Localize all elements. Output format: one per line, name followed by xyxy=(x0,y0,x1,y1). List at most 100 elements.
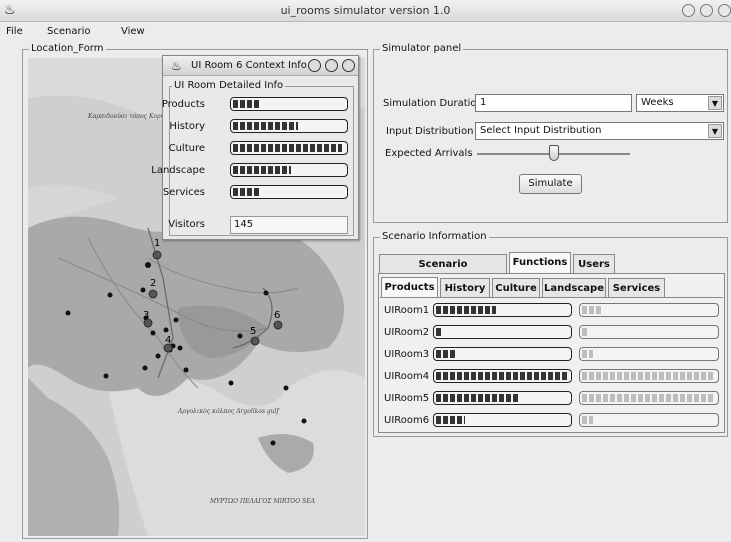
app-icon: ♨ xyxy=(171,59,182,73)
progress-fill xyxy=(436,328,442,336)
progress-fill xyxy=(436,350,455,358)
progress-fill xyxy=(582,416,593,424)
progress-fill xyxy=(436,372,568,380)
detail-label: History xyxy=(169,121,205,132)
progress-fill xyxy=(233,188,261,196)
menu-scenario[interactable]: Scenario xyxy=(47,26,90,37)
tab-functions[interactable]: Functions xyxy=(509,252,571,274)
room-label: UIRoom5 xyxy=(384,393,430,404)
detail-label: Services xyxy=(162,187,205,198)
progress-fill xyxy=(582,394,715,402)
location-form-legend: Location_Form xyxy=(29,43,106,54)
progress-fill xyxy=(436,416,466,424)
arrivals-label: Expected Arrivals xyxy=(385,148,473,159)
map-label-argolikos: Αργολικός κόλπος Argolikos gulf xyxy=(177,408,281,415)
unit-select[interactable]: Weeks ▼ xyxy=(636,94,724,112)
detail-label: Products xyxy=(161,99,205,110)
room-secondary-bar xyxy=(579,303,719,317)
room-label: UIRoom4 xyxy=(384,371,430,382)
room-secondary-bar xyxy=(579,347,719,361)
simulator-panel-legend: Simulator panel xyxy=(380,43,464,54)
duration-input[interactable]: 1 xyxy=(475,94,632,112)
room-product-bar xyxy=(433,369,572,383)
room-product-bar xyxy=(433,391,572,405)
marker-label-1: 1 xyxy=(154,238,160,249)
detail-label: Culture xyxy=(168,143,205,154)
dropdown-arrow-icon: ▼ xyxy=(708,124,722,138)
progress-fill xyxy=(233,100,261,108)
duration-label: Simulation Duration xyxy=(383,98,483,109)
subtab-services[interactable]: Services xyxy=(608,278,665,298)
marker-label-4: 4 xyxy=(165,335,171,346)
room-label: UIRoom6 xyxy=(384,415,430,426)
room-product-bar xyxy=(433,347,572,361)
tab-scenario-configuration[interactable]: Scenario Configuration xyxy=(379,254,507,289)
room-product-bar xyxy=(433,325,572,339)
dropdown-arrow-icon: ▼ xyxy=(708,96,722,110)
room-detail-legend: UI Room Detailed Info xyxy=(172,80,286,91)
visitors-field[interactable]: 145 xyxy=(230,216,348,234)
distribution-select[interactable]: Select Input Distribution ▼ xyxy=(475,122,724,140)
detail-row-history: History xyxy=(163,118,358,136)
room-secondary-bar xyxy=(579,325,719,339)
tab-users[interactable]: Users xyxy=(573,254,615,274)
subtab-products[interactable]: Products xyxy=(381,277,438,298)
progress-fill xyxy=(233,122,298,130)
detail-row-landscape: Landscape xyxy=(151,162,358,180)
room-secondary-bar xyxy=(579,413,719,427)
room-label: UIRoom3 xyxy=(384,349,430,360)
progress-fill xyxy=(582,328,588,336)
scenario-information-legend: Scenario Information xyxy=(380,231,489,242)
marker-label-3: 3 xyxy=(143,310,149,321)
progress-fill xyxy=(582,306,601,314)
simulate-button[interactable]: Simulate xyxy=(519,174,582,194)
progress-fill xyxy=(436,394,519,402)
progress-fill xyxy=(582,350,593,358)
room-label: UIRoom1 xyxy=(384,305,430,316)
map-label-mirtoo: ΜΥΡΤΩΟ ΠΕΛΑΓΟΣ MIRTOO SEA xyxy=(209,498,316,505)
menu-file[interactable]: File xyxy=(6,26,23,37)
visitors-label: Visitors xyxy=(168,219,205,230)
detail-row-products: Products xyxy=(161,96,358,114)
slider-thumb-icon[interactable] xyxy=(548,145,559,161)
subtab-history[interactable]: History xyxy=(440,278,490,298)
detail-progress-bar xyxy=(230,163,348,177)
detail-progress-bar xyxy=(230,141,348,155)
menu-view[interactable]: View xyxy=(121,26,145,37)
close-icon[interactable] xyxy=(718,4,731,17)
subtab-culture[interactable]: Culture xyxy=(492,278,540,298)
detail-progress-bar xyxy=(230,97,348,111)
detail-label: Landscape xyxy=(151,165,205,176)
detail-row-culture: Culture xyxy=(163,140,358,158)
progress-fill xyxy=(436,306,496,314)
products-subtab-panel xyxy=(380,297,723,431)
context-window-titlebar[interactable]: ♨ UI Room 6 Context Info xyxy=(163,56,358,76)
marker-label-2: 2 xyxy=(150,278,156,289)
progress-fill xyxy=(233,166,292,174)
maximize-icon[interactable] xyxy=(700,4,713,17)
close-icon[interactable] xyxy=(342,59,355,72)
window-title: ui_rooms simulator version 1.0 xyxy=(280,4,451,17)
room-product-bar xyxy=(433,413,572,427)
context-window-title: UI Room 6 Context Info xyxy=(191,60,307,71)
visitors-row: Visitors 145 xyxy=(163,216,358,234)
title-bar: ♨ ui_rooms simulator version 1.0 xyxy=(0,0,731,22)
detail-row-services: Services xyxy=(163,184,358,202)
marker-label-6: 6 xyxy=(274,310,280,321)
detail-progress-bar xyxy=(230,119,348,133)
subtab-landscape[interactable]: Landscape xyxy=(542,278,606,298)
room-product-bar xyxy=(433,303,572,317)
unit-select-value: Weeks xyxy=(641,97,674,108)
room-secondary-bar xyxy=(579,369,719,383)
maximize-icon[interactable] xyxy=(325,59,338,72)
room-label: UIRoom2 xyxy=(384,327,430,338)
marker-label-5: 5 xyxy=(250,326,256,337)
menu-bar: File Scenario View xyxy=(0,22,731,42)
room-secondary-bar xyxy=(579,391,719,405)
distribution-label: Input Distribution xyxy=(386,126,474,137)
distribution-select-value: Select Input Distribution xyxy=(480,125,602,136)
minimize-icon[interactable] xyxy=(308,59,321,72)
minimize-icon[interactable] xyxy=(682,4,695,17)
progress-fill xyxy=(582,372,715,380)
progress-fill xyxy=(233,144,342,152)
